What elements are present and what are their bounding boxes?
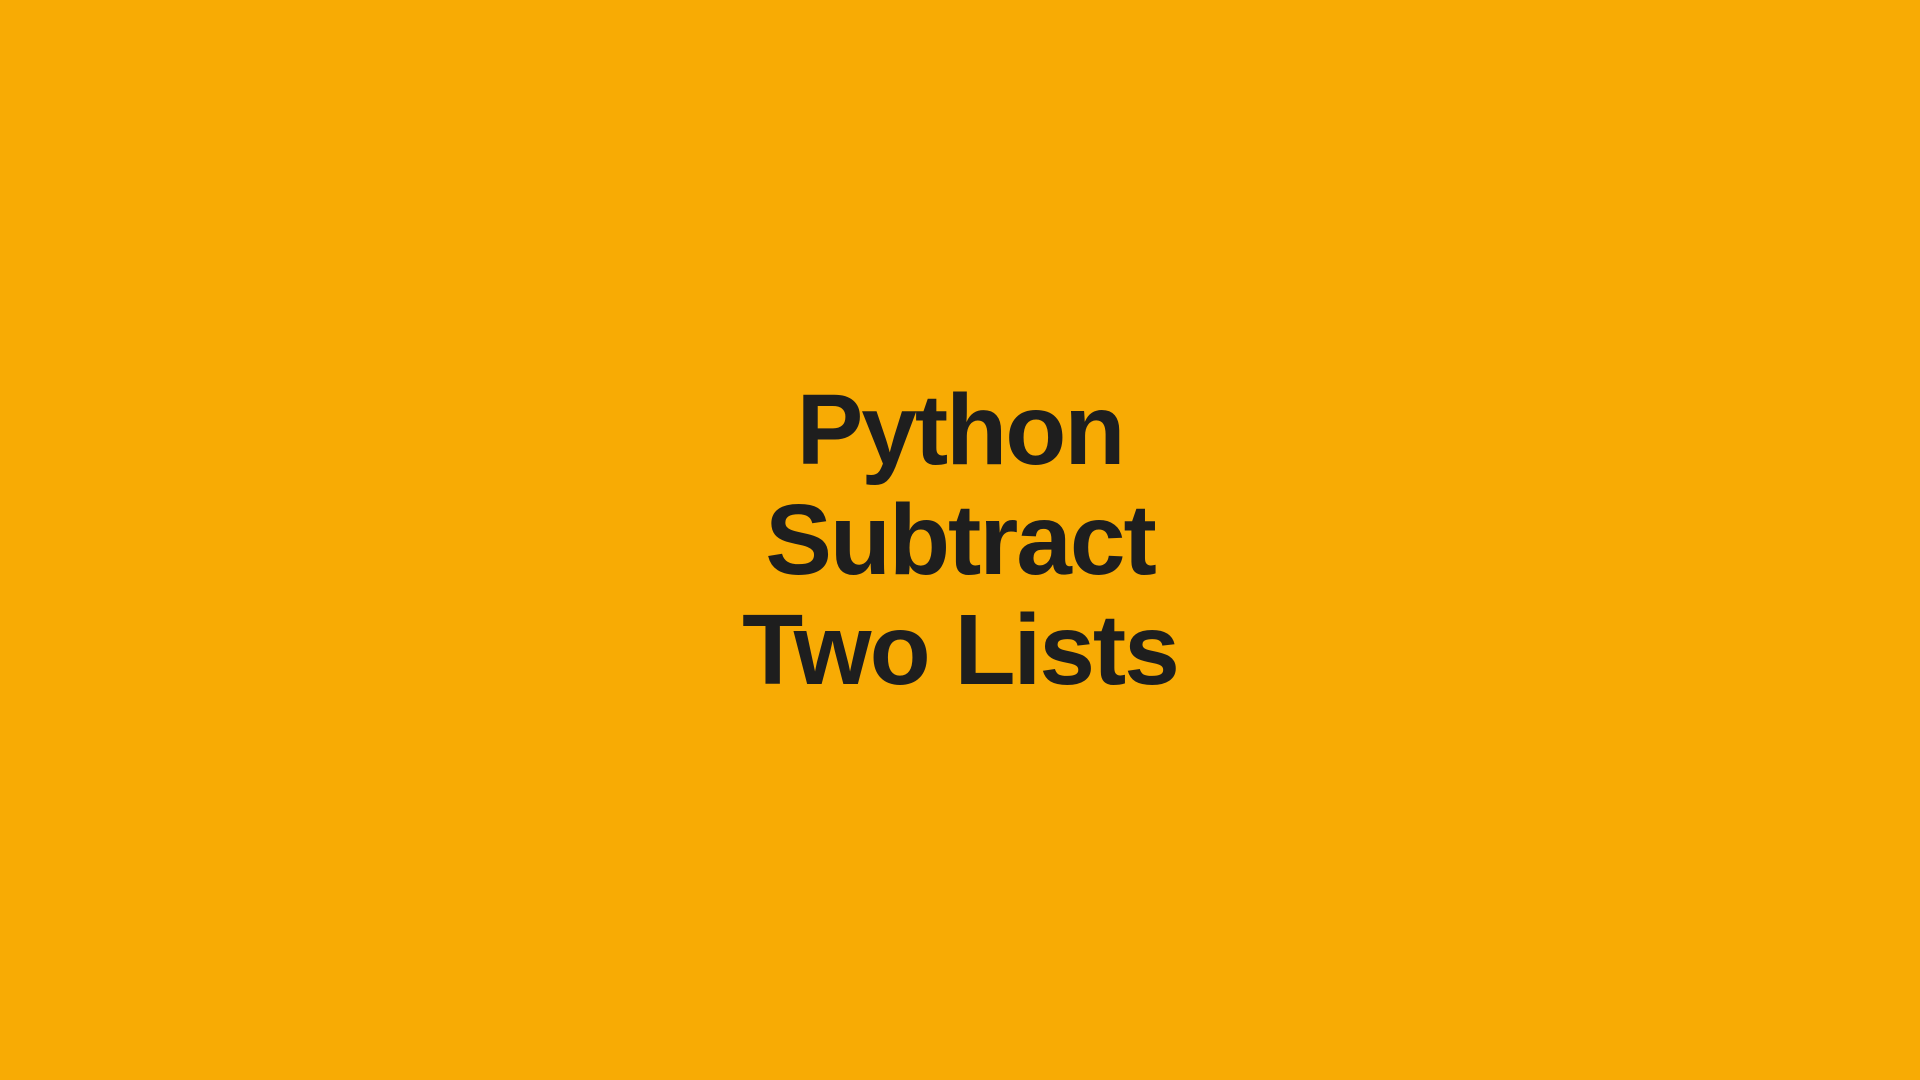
title-container: Python Subtract Two Lists (742, 375, 1178, 705)
title-line-2: Subtract (742, 485, 1178, 595)
title-line-3: Two Lists (742, 595, 1178, 705)
title-line-1: Python (742, 375, 1178, 485)
